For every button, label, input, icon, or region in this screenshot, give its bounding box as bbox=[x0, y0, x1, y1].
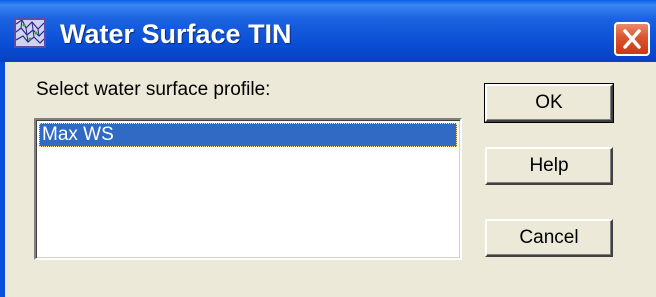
cancel-button[interactable]: Cancel bbox=[485, 219, 613, 257]
tin-mesh-icon bbox=[14, 18, 46, 48]
title-bar[interactable]: Water Surface TIN bbox=[0, 0, 656, 62]
profile-prompt-label: Select water surface profile: bbox=[36, 79, 271, 100]
close-button[interactable] bbox=[614, 22, 650, 56]
window-title: Water Surface TIN bbox=[60, 19, 292, 49]
profile-listbox[interactable]: Max WS bbox=[34, 118, 462, 260]
window-border bbox=[0, 62, 5, 297]
close-icon bbox=[623, 29, 641, 49]
help-button[interactable]: Help bbox=[485, 147, 613, 185]
ok-button[interactable]: OK bbox=[484, 83, 614, 123]
water-surface-tin-dialog: Water Surface TIN Select water surface p… bbox=[0, 0, 656, 297]
list-item[interactable]: Max WS bbox=[39, 123, 457, 147]
